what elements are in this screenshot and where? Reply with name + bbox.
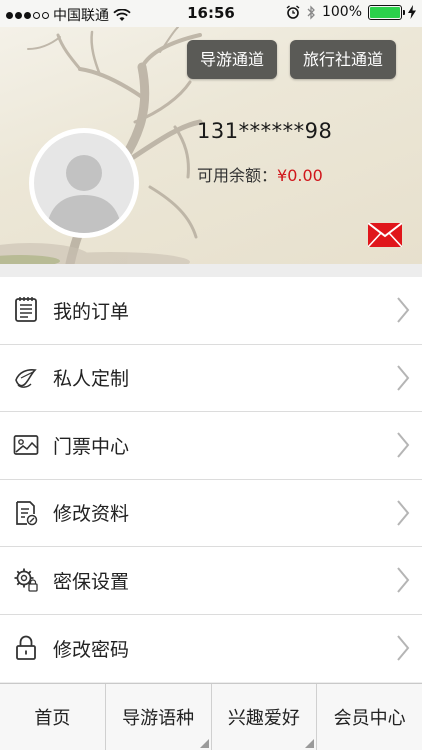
menu-item-label: 我的订单	[53, 300, 130, 323]
tab-member-center[interactable]: 会员中心	[317, 684, 422, 750]
dropdown-corner-icon	[305, 739, 315, 748]
alarm-clock-icon	[286, 5, 300, 19]
balance-row: 可用余额：¥0.00	[197, 162, 323, 186]
tab-label: 会员中心	[333, 708, 406, 729]
menu-item-label: 修改密码	[53, 638, 130, 661]
balance-value: ¥0.00	[277, 166, 323, 185]
menu-item-custom[interactable]: 私人定制	[0, 345, 422, 412]
menu-item-edit-profile[interactable]: 修改资料	[0, 480, 422, 547]
menu-item-tickets[interactable]: 门票中心	[0, 412, 422, 480]
tab-interests[interactable]: 兴趣爱好	[212, 684, 318, 750]
lock-icon	[13, 635, 39, 661]
user-name: 131******98	[197, 119, 333, 143]
menu-item-orders[interactable]: 我的订单	[0, 277, 422, 345]
menu-item-label: 私人定制	[53, 368, 130, 391]
tab-home[interactable]: 首页	[0, 684, 106, 750]
guide-channel-button[interactable]: 导游通道	[187, 40, 277, 79]
tab-guide-language[interactable]: 导游语种	[106, 684, 212, 750]
chevron-right-icon	[397, 365, 410, 391]
chevron-right-icon	[397, 500, 410, 526]
battery-icon	[368, 4, 405, 20]
mail-icon[interactable]	[368, 223, 402, 247]
dropdown-corner-icon	[199, 739, 209, 748]
agency-channel-button[interactable]: 旅行社通道	[290, 40, 396, 79]
ticket-image-icon	[13, 432, 39, 458]
edit-profile-icon	[13, 500, 39, 526]
menu-item-label: 门票中心	[53, 435, 130, 458]
bottom-tab-bar: 首页 导游语种 兴趣爱好 会员中心	[0, 683, 422, 750]
menu-item-label: 修改资料	[53, 503, 130, 526]
chevron-right-icon	[397, 432, 410, 458]
menu-item-change-password[interactable]: 修改密码	[0, 615, 422, 683]
chevron-right-icon	[397, 297, 410, 323]
bluetooth-icon	[307, 4, 315, 20]
tab-label: 兴趣爱好	[227, 708, 300, 729]
status-right: 100%	[286, 4, 416, 20]
order-list-icon	[13, 297, 39, 323]
tab-label: 导游语种	[122, 708, 195, 729]
default-avatar-icon	[34, 133, 134, 233]
menu-item-label: 密保设置	[53, 570, 130, 593]
chevron-right-icon	[397, 567, 410, 593]
tab-label: 首页	[34, 708, 71, 729]
charging-bolt-icon	[408, 5, 416, 19]
profile-header: 导游通道 旅行社通道 131******98 可用余额：¥0.00	[0, 27, 422, 264]
account-menu: 我的订单 私人定制 门票中心 修改资料 密保设置 修改密码	[0, 277, 422, 682]
battery-percent: 100%	[321, 4, 362, 20]
security-settings-icon	[13, 567, 39, 593]
balance-label: 可用余额：	[197, 166, 278, 185]
avatar[interactable]	[29, 128, 139, 238]
menu-item-security[interactable]: 密保设置	[0, 547, 422, 615]
status-bar: 中国联通 16:56 100%	[0, 0, 422, 27]
chevron-right-icon	[397, 635, 410, 661]
custom-icon	[13, 365, 39, 391]
